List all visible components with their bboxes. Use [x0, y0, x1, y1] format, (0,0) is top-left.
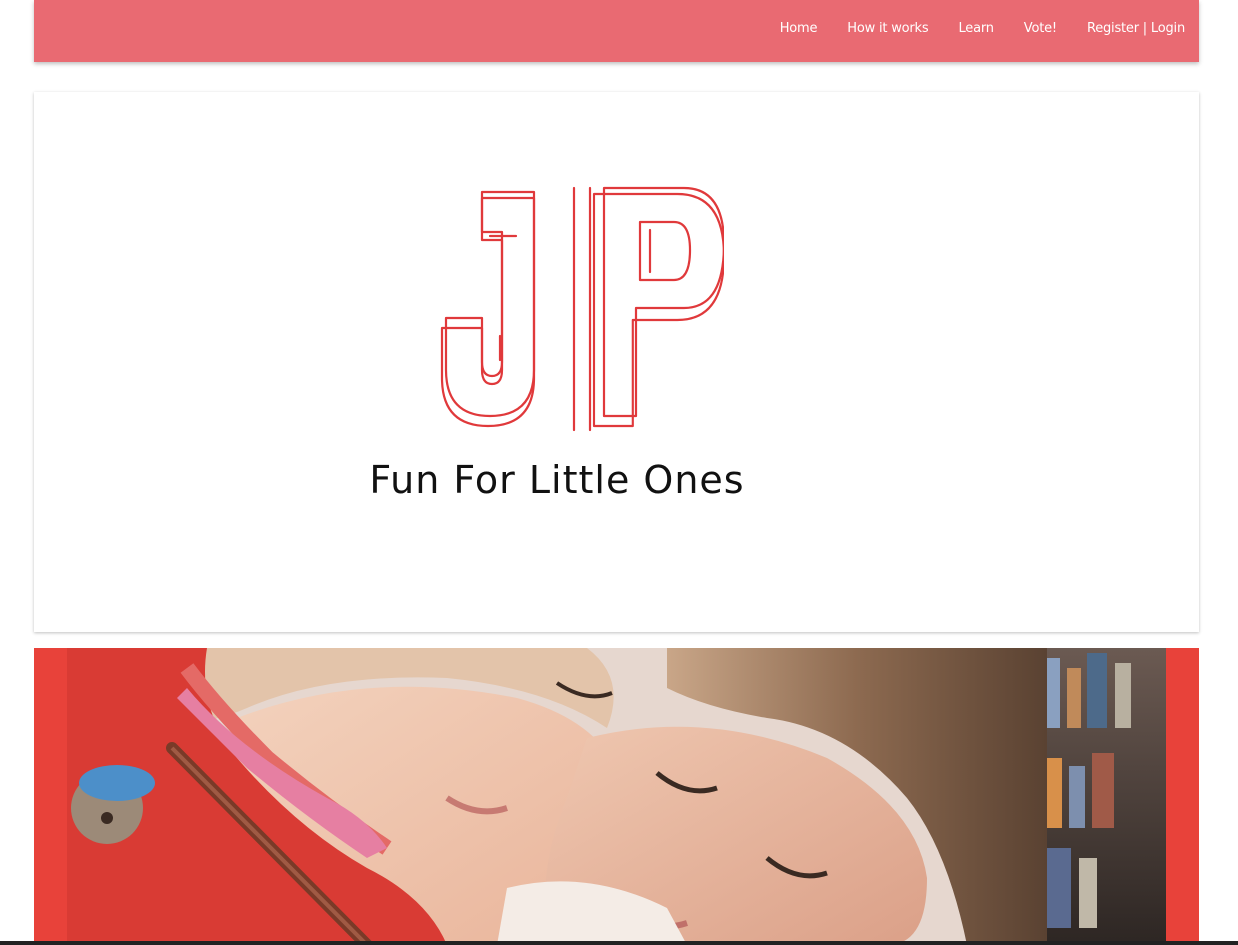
page: Home How it works Learn Vote! Register |… — [0, 0, 1238, 945]
top-navbar: Home How it works Learn Vote! Register |… — [34, 0, 1199, 62]
hero-image-frame — [34, 648, 1199, 945]
nav-link-how-it-works[interactable]: How it works — [832, 19, 943, 38]
hero-photo-illustration — [67, 648, 1166, 945]
nav-link-home[interactable]: Home — [765, 19, 833, 38]
logo-p-shadow — [592, 192, 724, 428]
nav-item-how-it-works: How it works — [832, 19, 943, 38]
nav-link-vote[interactable]: Vote! — [1009, 19, 1072, 38]
bottom-edge-divider — [0, 941, 1238, 945]
hero-photo-children-drawing — [67, 648, 1166, 945]
nav-link-register-login[interactable]: Register | Login — [1072, 19, 1185, 38]
main-nav: Home How it works Learn Vote! Register |… — [765, 19, 1186, 38]
nav-item-vote: Vote! — [1009, 19, 1072, 38]
nav-item-home: Home — [765, 19, 833, 38]
logo-card: Fun For Little Ones — [34, 92, 1199, 632]
jp-logo — [440, 186, 724, 432]
logo-p-bowl — [638, 220, 692, 282]
nav-item-learn: Learn — [943, 19, 1008, 38]
nav-link-learn[interactable]: Learn — [943, 19, 1008, 38]
nav-item-register-login: Register | Login — [1072, 19, 1185, 38]
logo-tagline: Fun For Little Ones — [369, 458, 745, 502]
logo-j-main — [444, 190, 536, 418]
